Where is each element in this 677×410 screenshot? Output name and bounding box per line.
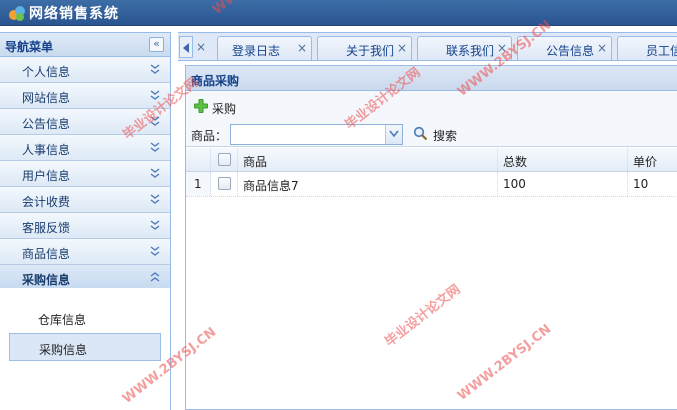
app-titlebar: 网络销售系统 xyxy=(0,0,677,26)
row-number-cell: 1 xyxy=(186,172,211,196)
tab-login-log[interactable]: 登录日志 × xyxy=(217,36,312,60)
purchasing-submenu: 仓库信息 采购信息 xyxy=(0,288,170,410)
add-button-label: 采购 xyxy=(212,102,237,116)
tab-close-icon[interactable]: × xyxy=(397,41,407,55)
collapse-sidebar-button[interactable]: « xyxy=(149,37,164,52)
nav-sidebar: 导航菜单 « 个人信息 网站信息 公告信息 人事信息 用户信息 会计收费 客服反… xyxy=(0,32,171,410)
dropdown-button[interactable] xyxy=(385,125,402,144)
price-value: 10 xyxy=(633,177,649,191)
sidebar-item-label: 商品信息 xyxy=(22,247,71,261)
sidebar-item-hr[interactable]: 人事信息 xyxy=(0,135,170,161)
arrow-left-icon xyxy=(183,43,189,53)
app-logo-icon xyxy=(9,6,25,21)
tab-label: 员工信 xyxy=(646,44,677,58)
submenu-item-warehouse[interactable]: 仓库信息 xyxy=(9,304,161,332)
submenu-item-label: 仓库信息 xyxy=(38,313,87,327)
product-select[interactable] xyxy=(230,124,403,145)
column-label: 总数 xyxy=(503,155,528,169)
tab-scroll-left-button[interactable] xyxy=(179,36,193,58)
grid-header: 商品 总数 单价 xyxy=(186,148,677,172)
sidebar-item-products[interactable]: 商品信息 xyxy=(0,239,170,265)
submenu-item-label: 采购信息 xyxy=(39,343,88,357)
chevron-double-down-icon xyxy=(150,168,160,178)
tab-label: 公告信息 xyxy=(546,44,595,58)
panel-title: 商品采购 xyxy=(191,74,240,88)
sidebar-item-website-info[interactable]: 网站信息 xyxy=(0,83,170,109)
sidebar-item-users[interactable]: 用户信息 xyxy=(0,161,170,187)
app-title: 网络销售系统 xyxy=(29,6,119,22)
tab-contact-us[interactable]: 联系我们 × xyxy=(417,36,512,60)
search-icon xyxy=(413,126,428,141)
sidebar-item-personal-info[interactable]: 个人信息 xyxy=(0,57,170,83)
total-value: 100 xyxy=(503,177,526,191)
submenu-item-purchasing[interactable]: 采购信息 xyxy=(9,333,161,361)
tab-close-icon[interactable]: × xyxy=(196,40,206,54)
tab-about-us[interactable]: 关于我们 × xyxy=(317,36,412,60)
cell-price: 10 xyxy=(628,172,677,196)
tab-close-icon[interactable]: × xyxy=(597,41,607,55)
purchase-grid: 商品 总数 单价 1 商品信息7 100 10 xyxy=(186,148,677,197)
purchase-panel: 商品采购 采购 商品： 搜索 商品 总数 单价 1 商品信息7 100 10 xyxy=(185,65,677,410)
sidebar-item-label: 人事信息 xyxy=(22,143,71,157)
add-icon xyxy=(194,99,208,113)
sidebar-item-accounting[interactable]: 会计收费 xyxy=(0,187,170,213)
sidebar-item-label: 网站信息 xyxy=(22,91,71,105)
chevron-double-down-icon xyxy=(150,246,160,256)
column-label: 单价 xyxy=(633,155,658,169)
sidebar-title: 导航菜单 xyxy=(5,40,54,54)
chevron-double-down-icon xyxy=(150,142,160,152)
sidebar-item-feedback[interactable]: 客服反馈 xyxy=(0,213,170,239)
chevron-down-icon xyxy=(389,130,399,138)
chevron-double-down-icon xyxy=(150,220,160,230)
tab-close-icon[interactable]: × xyxy=(297,41,307,55)
panel-header: 商品采购 xyxy=(186,66,677,91)
tab-label: 关于我们 xyxy=(346,44,395,58)
product-value: 商品信息7 xyxy=(243,179,299,193)
column-label: 商品 xyxy=(243,155,268,169)
column-header-total[interactable]: 总数 xyxy=(498,148,628,171)
sidebar-item-label: 客服反馈 xyxy=(22,221,71,235)
chevron-double-down-icon xyxy=(150,194,160,204)
cell-product: 商品信息7 xyxy=(238,172,498,196)
chevron-double-down-icon xyxy=(150,90,160,100)
sidebar-item-label: 采购信息 xyxy=(22,273,71,287)
select-all-cell xyxy=(211,148,238,171)
row-checkbox[interactable] xyxy=(218,177,231,190)
sidebar-item-label: 个人信息 xyxy=(22,65,71,79)
select-all-checkbox[interactable] xyxy=(218,153,231,166)
sidebar-item-label: 会计收费 xyxy=(22,195,71,209)
chevron-double-down-icon xyxy=(150,116,160,126)
row-select-cell xyxy=(211,172,238,196)
search-button-label: 搜索 xyxy=(433,129,458,143)
sidebar-item-label: 公告信息 xyxy=(22,117,71,131)
table-row[interactable]: 1 商品信息7 100 10 xyxy=(186,172,677,197)
tab-label: 联系我们 xyxy=(446,44,495,58)
tab-label: 登录日志 xyxy=(232,44,281,58)
tab-employee-info[interactable]: 员工信 xyxy=(617,36,677,60)
row-number: 1 xyxy=(194,177,202,191)
sidebar-header: 导航菜单 « xyxy=(0,33,170,57)
row-number-header xyxy=(186,148,211,171)
sidebar-item-label: 用户信息 xyxy=(22,169,71,183)
product-filter-label: 商品： xyxy=(191,129,228,143)
cell-total: 100 xyxy=(498,172,628,196)
tab-close-icon[interactable]: × xyxy=(497,41,507,55)
panel-toolbar: 采购 商品： 搜索 xyxy=(186,91,677,147)
chevron-double-down-icon xyxy=(150,64,160,74)
chevron-double-up-icon xyxy=(150,272,160,282)
tab-announcements[interactable]: 公告信息 × xyxy=(517,36,612,60)
column-header-product[interactable]: 商品 xyxy=(238,148,498,171)
sidebar-item-announcements[interactable]: 公告信息 xyxy=(0,109,170,135)
tab-strip: × 登录日志 × 关于我们 × 联系我们 × 公告信息 × 员工信 xyxy=(178,32,677,61)
column-header-price[interactable]: 单价 xyxy=(628,148,677,171)
